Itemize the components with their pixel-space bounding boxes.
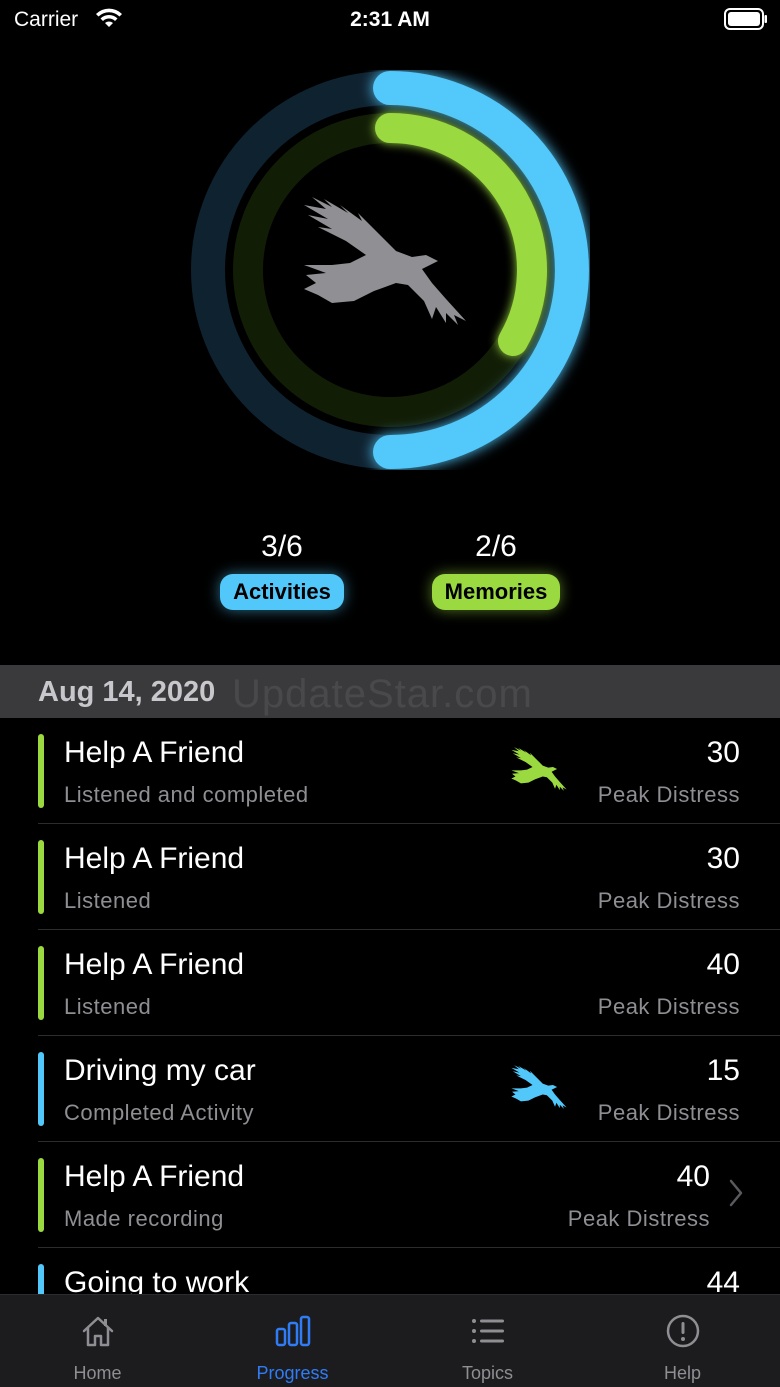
home-icon: [82, 1316, 114, 1347]
peak-distress-label: Peak Distress: [597, 782, 740, 807]
tab-home[interactable]: Home: [0, 1295, 195, 1387]
memories-stat: 2/6 Memories: [396, 530, 596, 610]
tab-bar: Home Progress Topics Help: [0, 1294, 780, 1387]
list-item[interactable]: Help A Friend Listened 30 Peak Distress: [0, 824, 780, 930]
memories-count: 2/6: [475, 530, 517, 563]
category-bar: [38, 1158, 44, 1232]
list-icon: [472, 1319, 504, 1343]
entry-subtitle: Listened: [64, 994, 152, 1019]
section-date: Aug 14, 2020: [38, 676, 216, 708]
peak-distress-label: Peak Distress: [597, 994, 740, 1019]
entry-title: Help A Friend: [64, 842, 245, 875]
peak-distress-value: 40: [676, 1160, 710, 1193]
list-item[interactable]: Going to work 44: [0, 1248, 780, 1294]
memories-badge: Memories: [431, 574, 561, 610]
eagle-icon: [511, 747, 567, 791]
activities-count: 3/6: [261, 530, 303, 563]
entry-subtitle: Listened: [64, 888, 152, 913]
tab-progress-label: Progress: [256, 1363, 329, 1383]
peak-distress-label: Peak Distress: [567, 1206, 710, 1231]
category-bar: [38, 1264, 44, 1294]
list-item[interactable]: Help A Friend Listened 40 Peak Distress: [0, 930, 780, 1036]
entry-title: Help A Friend: [64, 736, 245, 769]
list-item[interactable]: Help A Friend Made recording 40 Peak Distre…: [0, 1142, 780, 1248]
entry-title: Help A Friend: [64, 948, 245, 981]
peak-distress-label: Peak Distress: [597, 1100, 740, 1125]
eagle-icon: [304, 197, 466, 325]
activities-stat: 3/6 Activities: [182, 530, 382, 610]
entry-title: Help A Friend: [64, 1160, 245, 1193]
progress-rings: [191, 71, 589, 469]
entry-title: Driving my car: [64, 1054, 256, 1087]
tab-home-label: Home: [73, 1363, 122, 1383]
eagle-icon: [511, 1065, 567, 1109]
battery-icon: [724, 8, 767, 30]
tab-progress[interactable]: Progress: [195, 1295, 390, 1387]
entry-subtitle: Completed Activity: [64, 1100, 254, 1125]
category-bar: [38, 840, 44, 914]
chevron-right-icon: [729, 1179, 743, 1207]
exclamation-circle-icon: [666, 1314, 700, 1348]
peak-distress-label: Peak Distress: [597, 888, 740, 913]
peak-distress-value: 44: [706, 1266, 740, 1294]
entry-title: Going to work: [64, 1266, 250, 1294]
activities-badge: Activities: [220, 574, 344, 610]
tab-topics[interactable]: Topics: [390, 1295, 585, 1387]
list-item[interactable]: Help A Friend Listened and completed 30 Pea…: [0, 718, 780, 824]
tab-topics-label: Topics: [461, 1363, 514, 1383]
category-bar: [38, 1052, 44, 1126]
entry-subtitle: Listened and completed: [64, 782, 309, 807]
peak-distress-value: 15: [706, 1054, 740, 1087]
peak-distress-value: 30: [706, 842, 740, 875]
bar-chart-icon: [275, 1315, 311, 1347]
status-bar: Carrier 2:31 AM: [0, 0, 780, 40]
peak-distress-value: 40: [706, 948, 740, 981]
stats-summary: 3/6 Activities 2/6 Memories: [0, 530, 780, 630]
category-bar: [38, 946, 44, 1020]
category-bar: [38, 734, 44, 808]
memories-ring: [375, 113, 547, 356]
peak-distress-value: 30: [706, 736, 740, 769]
watermark: UpdateStar.com: [232, 672, 533, 716]
entry-subtitle: Made recording: [64, 1206, 224, 1231]
clock-label: 2:31 AM: [350, 8, 430, 31]
tab-help[interactable]: Help: [585, 1295, 780, 1387]
entry-list[interactable]: Help A Friend Listened and completed 30 Pea…: [0, 718, 780, 1294]
list-item[interactable]: Driving my car Completed Activity 15 Peak D…: [0, 1036, 780, 1142]
tab-help-label: Help: [663, 1363, 702, 1383]
